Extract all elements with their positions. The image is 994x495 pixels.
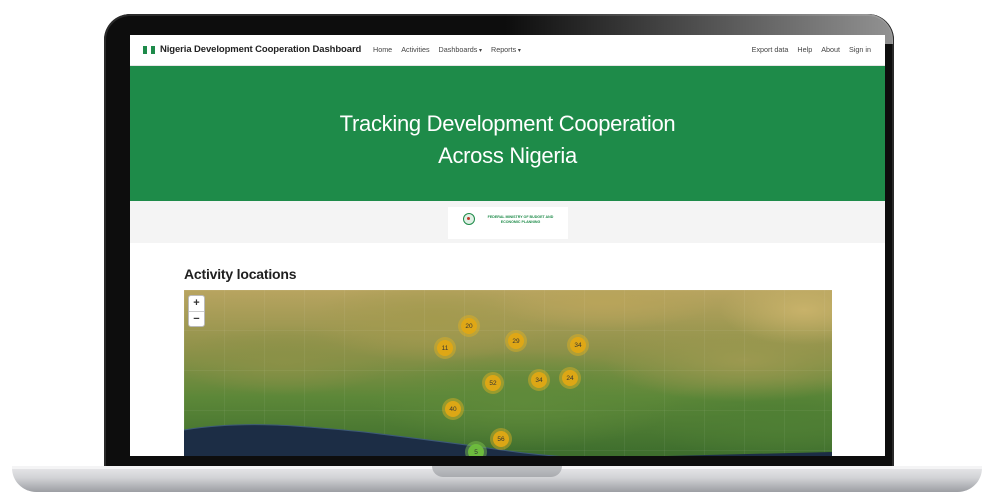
cluster-count: 24 <box>562 370 578 386</box>
cluster-count: 40 <box>445 401 461 417</box>
activity-map[interactable]: + − 20 11 29 34 52 34 24 40 56 5 <box>184 290 832 456</box>
map-cluster-marker[interactable]: 29 <box>505 330 527 352</box>
nigeria-flag-icon <box>143 46 155 54</box>
hero-title-line-2: Across Nigeria <box>438 143 577 168</box>
zoom-out-button[interactable]: − <box>189 312 204 327</box>
cluster-count: 52 <box>485 375 501 391</box>
map-cluster-marker[interactable]: 40 <box>442 398 464 420</box>
cluster-count: 11 <box>437 340 453 356</box>
nav-sign-in[interactable]: Sign in <box>849 45 871 54</box>
ministry-logo-line-2: ECONOMIC PLANNING <box>500 219 541 224</box>
cluster-count: 29 <box>508 333 524 349</box>
hero-title: Tracking Development Cooperation Across … <box>130 108 885 172</box>
ministry-logo-text: FEDERAL MINISTRY OF BUDGET AND ECONOMIC … <box>478 215 563 224</box>
map-cluster-marker[interactable]: 56 <box>490 428 512 450</box>
cluster-count: 34 <box>570 337 586 353</box>
zoom-in-button[interactable]: + <box>189 296 204 311</box>
ministry-logo-line-1: FEDERAL MINISTRY OF BUDGET AND <box>487 215 554 219</box>
brand-title[interactable]: Nigeria Development Cooperation Dashboar… <box>160 44 361 55</box>
map-cluster-marker[interactable]: 20 <box>458 315 480 337</box>
nav-help[interactable]: Help <box>797 45 812 54</box>
laptop-screen: Nigeria Development Cooperation Dashboar… <box>130 35 885 456</box>
hero-title-line-1: Tracking Development Cooperation <box>339 111 676 136</box>
cluster-count: 56 <box>493 431 509 447</box>
cluster-count: 20 <box>461 318 477 334</box>
nav-links: Home Activities Dashboards Reports <box>373 45 521 54</box>
map-cluster-marker[interactable]: 11 <box>434 337 456 359</box>
map-cluster-marker[interactable]: 52 <box>482 372 504 394</box>
map-cluster-marker[interactable]: 34 <box>567 334 589 356</box>
navbar: Nigeria Development Cooperation Dashboar… <box>130 35 885 66</box>
laptop-base-notch <box>432 466 562 477</box>
nav-about[interactable]: About <box>821 45 840 54</box>
map-cluster-marker[interactable]: 5 <box>465 441 487 456</box>
map-zoom-control: + − <box>188 295 205 327</box>
nav-right-links: Export data Help About Sign in <box>752 45 871 54</box>
nav-dashboards-dropdown[interactable]: Dashboards <box>439 45 482 54</box>
map-cluster-marker[interactable]: 34 <box>528 369 550 391</box>
coat-of-arms-icon <box>463 213 475 225</box>
cluster-count: 34 <box>531 372 547 388</box>
section-title: Activity locations <box>184 266 297 282</box>
nav-activities[interactable]: Activities <box>401 45 429 54</box>
nav-reports-dropdown[interactable]: Reports <box>491 45 521 54</box>
nav-export-data[interactable]: Export data <box>752 45 789 54</box>
hero-banner: Tracking Development Cooperation Across … <box>130 66 885 201</box>
nav-home[interactable]: Home <box>373 45 392 54</box>
cluster-count: 5 <box>468 444 484 456</box>
map-cluster-marker[interactable]: 24 <box>559 367 581 389</box>
